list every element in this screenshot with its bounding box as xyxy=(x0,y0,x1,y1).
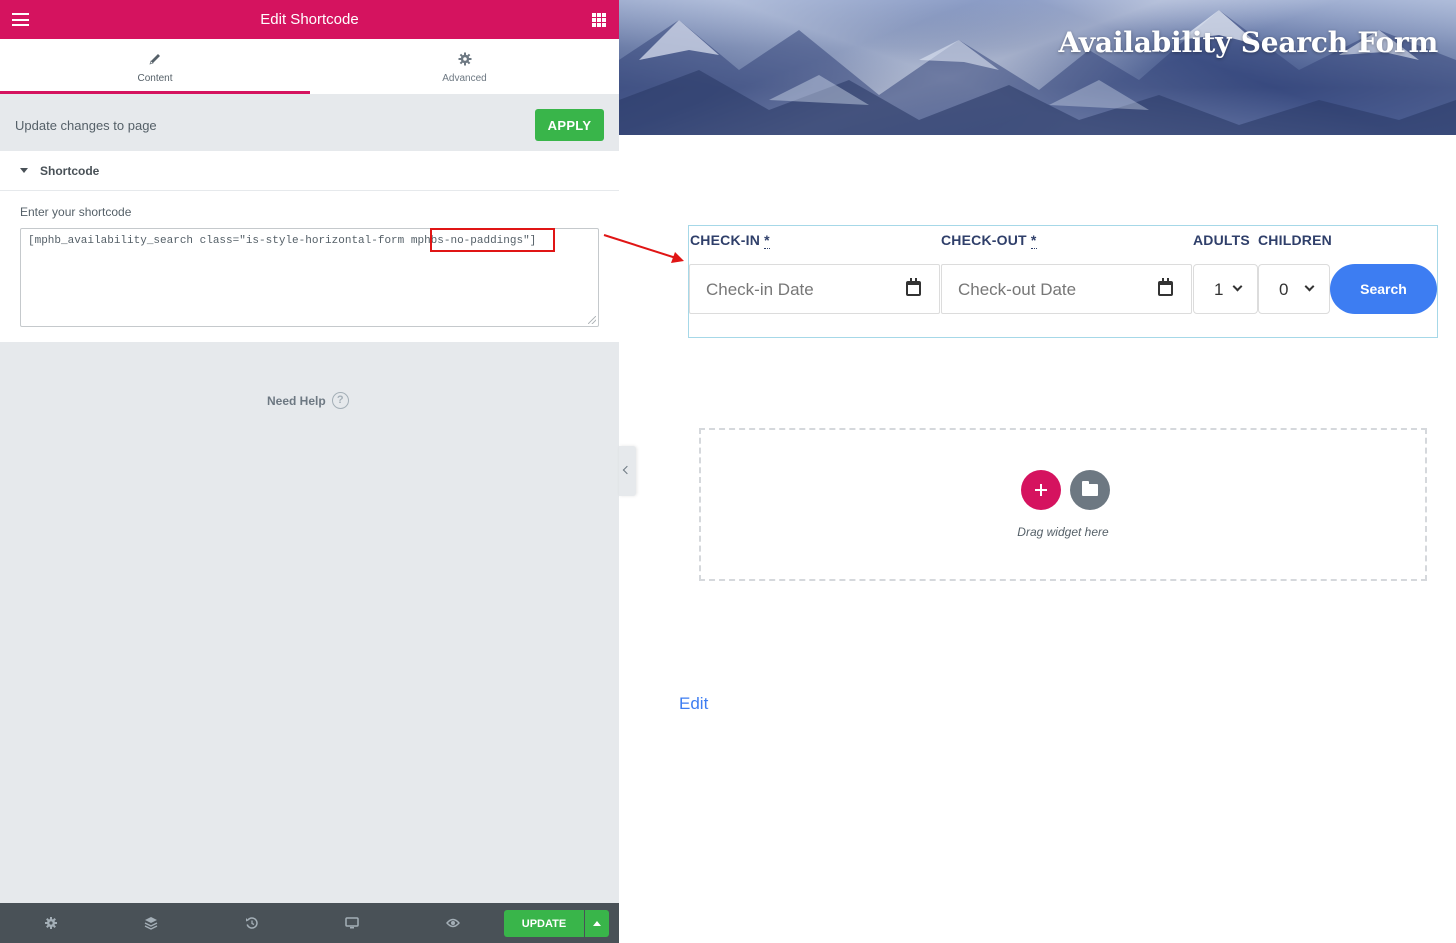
question-circle-icon: ? xyxy=(331,392,349,409)
calendar-icon[interactable] xyxy=(906,278,921,296)
required-mark: * xyxy=(1030,232,1037,249)
panel-tabs: Content Advanced xyxy=(0,39,619,94)
hero-banner: Availability Search Form xyxy=(619,0,1456,135)
update-button[interactable]: UPDATE xyxy=(504,910,584,937)
resize-grip-icon[interactable] xyxy=(588,316,596,324)
adults-label: ADULTS xyxy=(1193,232,1250,248)
section-title: Shortcode xyxy=(40,164,100,178)
editor-panel: Edit Shortcode Content Advanced Update c… xyxy=(0,0,619,943)
checkout-date-input[interactable]: Check-out Date xyxy=(941,264,1192,314)
adults-select[interactable]: 1 xyxy=(1193,264,1258,314)
settings-icon[interactable] xyxy=(44,916,58,930)
shortcode-textarea[interactable]: [mphb_availability_search class="is-styl… xyxy=(20,228,599,327)
chevron-down-icon xyxy=(1232,281,1243,292)
children-value: 0 xyxy=(1279,280,1289,299)
section-header[interactable]: Shortcode xyxy=(0,151,619,191)
apply-row: Update changes to page APPLY xyxy=(0,94,619,151)
caret-down-icon xyxy=(20,168,28,173)
page-title: Availability Search Form xyxy=(1058,26,1438,59)
apply-button[interactable]: APPLY xyxy=(535,109,604,141)
tab-advanced[interactable]: Advanced xyxy=(310,39,619,94)
add-section-plus-icon[interactable] xyxy=(1021,470,1061,510)
tab-content[interactable]: Content xyxy=(0,39,310,94)
pencil-icon xyxy=(149,54,160,65)
search-button[interactable]: Search xyxy=(1330,264,1437,314)
apply-row-label: Update changes to page xyxy=(15,118,157,133)
collapse-panel-toggle[interactable] xyxy=(619,446,636,496)
need-help-link[interactable]: Need Help ? xyxy=(267,392,349,409)
template-library-folder-icon[interactable] xyxy=(1070,470,1110,510)
panel-title: Edit Shortcode xyxy=(260,11,359,28)
shortcode-field-label: Enter your shortcode xyxy=(20,205,132,219)
dropzone-text: Drag widget here xyxy=(1017,525,1109,539)
caret-up-icon xyxy=(593,921,601,926)
responsive-icon[interactable] xyxy=(345,916,359,930)
gear-icon xyxy=(458,52,471,66)
panel-footer: UPDATE xyxy=(0,903,619,943)
mountain-background-image xyxy=(619,10,1456,135)
chevron-left-icon xyxy=(622,465,632,475)
checkout-label-text: CHECK-OUT xyxy=(941,232,1027,248)
annotation-arrow-icon xyxy=(603,234,684,263)
children-select[interactable]: 0 xyxy=(1258,264,1330,314)
widget-dropzone[interactable]: Drag widget here xyxy=(699,428,1427,581)
checkin-date-input[interactable]: Check-in Date xyxy=(689,264,940,314)
history-icon[interactable] xyxy=(245,916,259,930)
chevron-down-icon xyxy=(1304,281,1315,292)
need-help-label: Need Help xyxy=(267,393,326,408)
children-label: CHILDREN xyxy=(1258,232,1332,248)
calendar-icon[interactable] xyxy=(1158,278,1173,296)
panel-header: Edit Shortcode xyxy=(0,0,619,39)
checkin-label-text: CHECK-IN xyxy=(690,232,761,248)
required-mark: * xyxy=(764,232,770,249)
tab-content-label: Content xyxy=(137,73,173,84)
edit-link[interactable]: Edit xyxy=(679,694,708,714)
preview-eye-icon[interactable] xyxy=(446,916,460,930)
tab-advanced-label: Advanced xyxy=(442,73,487,84)
checkout-placeholder: Check-out Date xyxy=(958,280,1077,299)
update-options-button[interactable] xyxy=(585,910,609,937)
checkout-label: CHECK-OUT * xyxy=(941,232,1037,249)
adults-value: 1 xyxy=(1214,280,1224,299)
checkin-label: CHECK-IN * xyxy=(690,232,770,249)
layers-icon[interactable] xyxy=(144,916,158,930)
checkin-placeholder: Check-in Date xyxy=(706,280,814,299)
shortcode-section: Shortcode Enter your shortcode [mphb_ava… xyxy=(0,151,619,342)
highlight-annotation-box xyxy=(430,228,555,252)
widgets-grid-icon[interactable] xyxy=(592,13,606,27)
